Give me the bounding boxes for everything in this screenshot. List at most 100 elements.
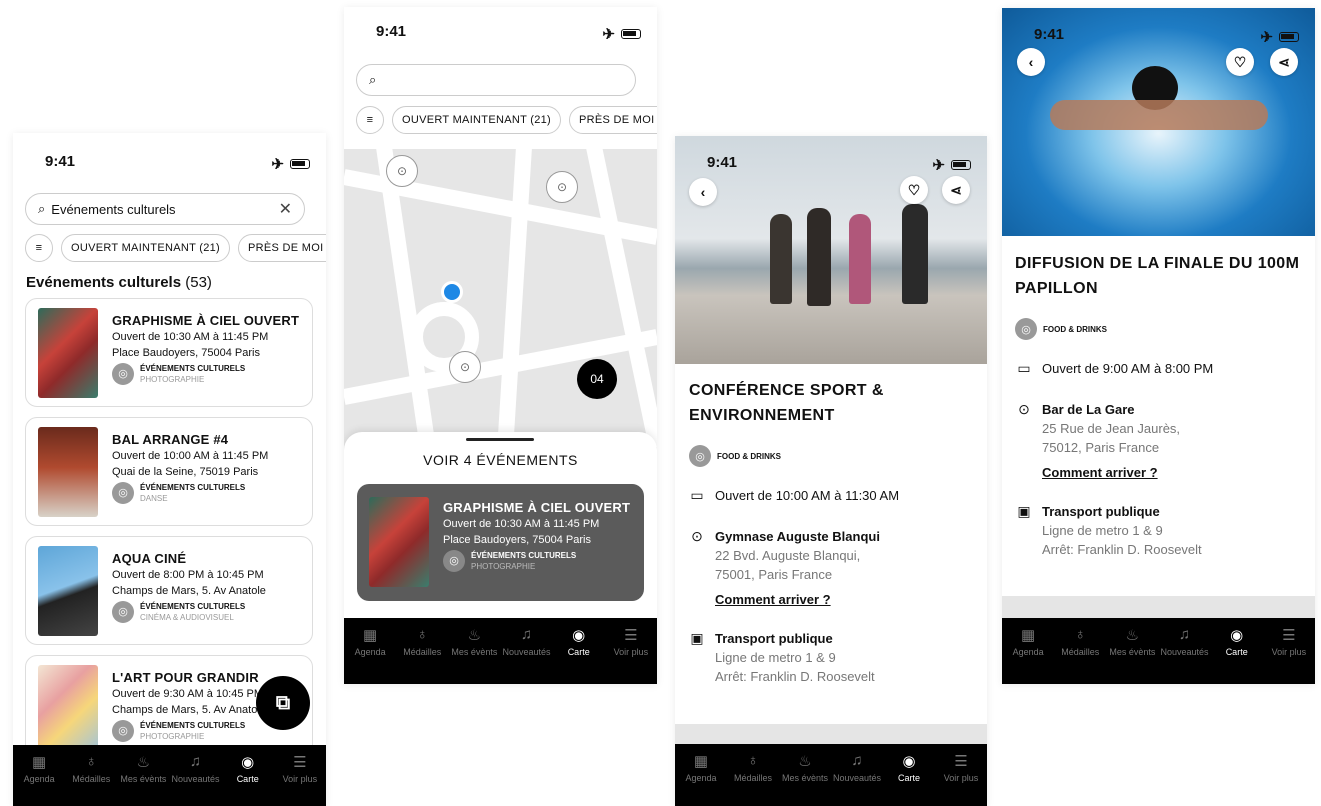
sheet-handle[interactable]: [466, 438, 534, 441]
back-button[interactable]: ‹: [1017, 48, 1045, 76]
tab-carte[interactable]: ◉ Carte: [884, 752, 934, 806]
event-card[interactable]: AQUA CINÉ Ouvert de 8:00 PM à 10:45 PM C…: [25, 536, 313, 645]
airplane-icon: ✈: [602, 26, 615, 43]
tab-voir-plus[interactable]: ☰ Voir plus: [606, 626, 656, 684]
address-line-2: 75001, Paris France: [715, 567, 833, 582]
status-bar: 9:41 ✈: [13, 153, 326, 177]
battery-icon: [1279, 32, 1299, 42]
event-title: BAL ARRANGE #4: [112, 432, 229, 447]
tab-medailles[interactable]: ♁ Médailles: [728, 752, 778, 806]
tab-bar: ▦ Agenda ♁ Médailles ♨ Mes évènts ♫ Nouveaut…: [675, 744, 987, 806]
share-icon: ⋖: [1278, 53, 1290, 70]
tab-agenda[interactable]: ▦ Agenda: [1003, 626, 1053, 684]
tab-medailles[interactable]: ♁ Médailles: [1055, 626, 1105, 684]
tab-carte[interactable]: ◉ Carte: [1212, 626, 1262, 684]
map-pin-icon: ◉: [241, 754, 255, 771]
map-icon: ⧉: [275, 691, 291, 714]
transport-line: Ligne de metro 1 & 9: [715, 650, 836, 665]
chip-near-me[interactable]: PRÈS DE MOI (35): [569, 106, 657, 134]
tab-nouveautes[interactable]: ♫ Nouveautés: [1160, 626, 1210, 684]
map-marker[interactable]: ⊙: [386, 155, 418, 187]
calendar-icon: ▭: [1017, 360, 1031, 376]
share-button[interactable]: ⋖: [942, 176, 970, 204]
tab-voir-plus[interactable]: ☰ Voir plus: [1264, 626, 1314, 684]
event-card[interactable]: BAL ARRANGE #4 Ouvert de 10:00 AM à 11:4…: [25, 417, 313, 526]
palette-icon: ◎: [689, 445, 711, 467]
status-time: 9:41: [45, 153, 76, 170]
tab-nouveautes[interactable]: ♫ Nouveautés: [502, 626, 552, 684]
tab-bar: ▦ Agenda ♁ Médailles ♨ Mes évènts ♫ Nouveaut…: [344, 618, 657, 684]
share-button[interactable]: ⋖: [1270, 48, 1298, 76]
transport-stop: Arrêt: Franklin D. Roosevelt: [1042, 542, 1202, 557]
list-screen: 9:41 ✈ ⌕ Evénements culturels ✕ ≡ OUVERT…: [13, 133, 326, 806]
event-subcategory: PHOTOGRAPHIE: [140, 732, 205, 741]
location-pin-icon: ⊙: [691, 528, 703, 544]
favorite-button[interactable]: ♡: [1226, 48, 1254, 76]
tab-voir-plus[interactable]: ☰ Voir plus: [275, 753, 325, 806]
favorite-button[interactable]: ♡: [900, 176, 928, 204]
filter-chips: ≡ OUVERT MAINTENANT (21) PRÈS DE MOI (35…: [25, 234, 326, 262]
tab-nouveautes[interactable]: ♫ Nouveautés: [171, 753, 221, 806]
map-marker[interactable]: ⊙: [449, 351, 481, 383]
filter-settings-button[interactable]: ≡: [25, 234, 53, 262]
sheet-title: VOIR 4 ÉVÉNEMENTS: [423, 452, 578, 468]
search-input[interactable]: ⌕ Evénements culturels ✕: [25, 193, 305, 225]
tab-mes-events[interactable]: ♨ Mes évènts: [1107, 626, 1157, 684]
tab-agenda[interactable]: ▦ Agenda: [14, 753, 64, 806]
event-category: ÉVÉNEMENTS CULTURELS: [140, 364, 246, 373]
transport-title: Transport publique: [715, 631, 833, 646]
event-detail-screen: 9:41 ✈ ‹ ♡ ⋖ DIFFUSION DE LA FINALE DU 1…: [1002, 8, 1315, 684]
calendar-icon: ▦: [362, 627, 378, 644]
map-toggle-button[interactable]: ⧉: [256, 676, 310, 730]
menu-icon: ☰: [624, 627, 638, 644]
map-preview[interactable]: [1002, 596, 1315, 620]
back-button[interactable]: ‹: [689, 178, 717, 206]
tab-agenda[interactable]: ▦ Agenda: [345, 626, 395, 684]
search-input[interactable]: ⌕: [356, 64, 636, 96]
tab-agenda[interactable]: ▦ Agenda: [676, 752, 726, 806]
tab-mes-events[interactable]: ♨ Mes évènts: [118, 753, 168, 806]
event-category: ÉVÉNEMENTS CULTURELS: [140, 483, 246, 492]
event-subcategory: PHOTOGRAPHIE: [471, 562, 536, 571]
map-marker[interactable]: ⊙: [546, 171, 578, 203]
event-thumbnail: [38, 308, 98, 398]
chip-open-now[interactable]: OUVERT MAINTENANT (21): [392, 106, 562, 134]
event-card[interactable]: GRAPHISME À CIEL OUVERT Ouvert de 10:30 …: [25, 298, 313, 407]
tab-voir-plus[interactable]: ☰ Voir plus: [936, 752, 986, 806]
event-place: Place Baudoyers, 75004 Paris: [443, 534, 591, 546]
event-hours: Ouvert de 8:00 PM à 10:45 PM: [112, 569, 264, 581]
directions-link[interactable]: Comment arriver ?: [1042, 463, 1180, 482]
tab-nouveautes[interactable]: ♫ Nouveautés: [832, 752, 882, 806]
calendar-icon: ▭: [690, 487, 704, 503]
chip-near-me[interactable]: PRÈS DE MOI (35): [238, 234, 326, 262]
flame-icon: ♨: [1125, 627, 1140, 644]
tab-carte[interactable]: ◉ Carte: [554, 626, 604, 684]
chip-open-now[interactable]: OUVERT MAINTENANT (21): [61, 234, 231, 262]
status-bar: 9:41 ✈: [1002, 26, 1315, 50]
palette-icon: ◎: [112, 482, 134, 504]
filter-settings-button[interactable]: ≡: [356, 106, 384, 134]
map-pin-icon: ◉: [902, 753, 916, 770]
runner-figure: [849, 214, 871, 304]
address-line-1: 22 Bvd. Auguste Blanqui,: [715, 548, 861, 563]
tab-mes-events[interactable]: ♨ Mes évènts: [780, 752, 830, 806]
location-icon: ⊙: [396, 164, 408, 178]
clear-icon[interactable]: ✕: [279, 199, 292, 219]
bus-icon: ▣: [1017, 503, 1031, 519]
battery-icon: [621, 29, 641, 39]
tab-medailles[interactable]: ♁ Médailles: [397, 626, 447, 684]
event-card[interactable]: GRAPHISME À CIEL OUVERT Ouvert de 10:30 …: [357, 484, 644, 601]
event-title: L'ART POUR GRANDIR: [112, 670, 259, 685]
calendar-icon: ▦: [693, 753, 709, 770]
bottom-sheet[interactable]: VOIR 4 ÉVÉNEMENTS GRAPHISME À CIEL OUVER…: [344, 432, 657, 632]
tab-carte[interactable]: ◉ Carte: [223, 753, 273, 806]
sliders-icon: ≡: [366, 114, 374, 126]
tab-mes-events[interactable]: ♨ Mes évènts: [449, 626, 499, 684]
event-thumbnail: [38, 665, 98, 755]
menu-icon: ☰: [954, 753, 968, 770]
transport-stop: Arrêt: Franklin D. Roosevelt: [715, 669, 875, 684]
cluster-marker[interactable]: 04: [577, 359, 617, 399]
tab-medailles[interactable]: ♁ Médailles: [66, 753, 116, 806]
directions-link[interactable]: Comment arriver ?: [715, 590, 880, 609]
event-title: AQUA CINÉ: [112, 551, 187, 566]
